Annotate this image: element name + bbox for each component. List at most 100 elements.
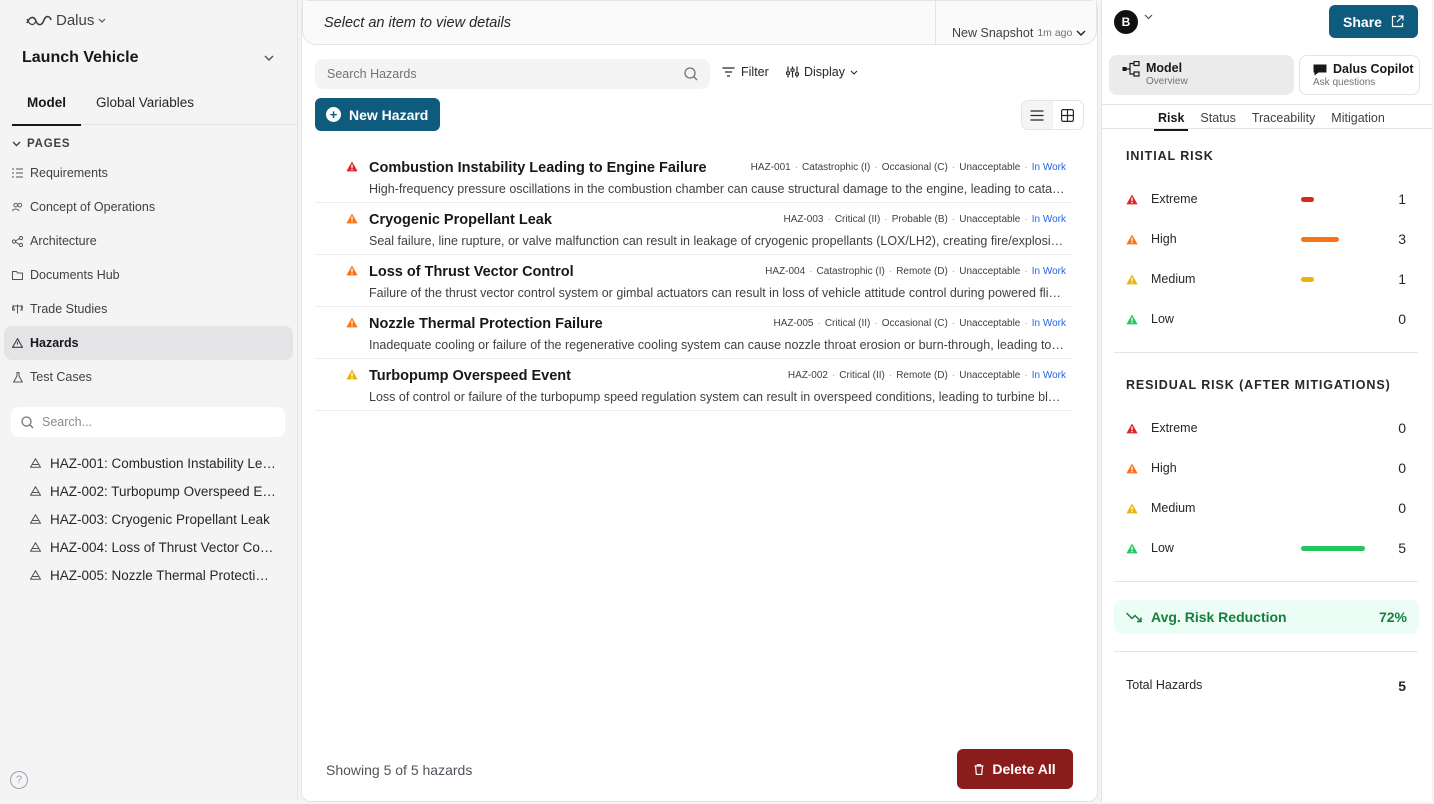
hazard-row[interactable]: Loss of Thrust Vector Control HAZ-004 · Cat… [315,255,1072,307]
hazard-likelihood: Probable (B) [891,214,948,225]
hazard-search-input[interactable]: Search Hazards [315,59,710,89]
new-hazard-button[interactable]: + New Hazard [315,98,440,131]
sidebar-item-documents-hub[interactable]: Documents Hub [4,258,293,292]
delete-all-button[interactable]: Delete All [957,749,1073,789]
filter-button[interactable]: Filter [722,65,769,79]
sidebar-item-label: Concept of Operations [30,200,156,214]
risk-bar-track [1301,506,1365,511]
tab-model[interactable]: Model [12,86,81,126]
tree-item-label: HAZ-001: Combustion Instability Leading … [50,455,276,471]
warning-icon [30,514,41,524]
list-view-button[interactable] [1022,101,1053,129]
warning-low-icon [1126,543,1138,553]
sidebar-item-requirements[interactable]: Requirements [4,156,293,190]
risk-bar-track [1301,236,1365,242]
sidebar-item-trade-studies[interactable]: Trade Studies [4,292,293,326]
total-hazards: Total Hazards 5 [1126,678,1406,694]
grid-view-button[interactable] [1053,101,1084,129]
tab-global-variables[interactable]: Global Variables [81,86,209,125]
hazard-row[interactable]: Nozzle Thermal Protection Failure HAZ-005… [315,307,1072,359]
reduction-label: Avg. Risk Reduction [1151,609,1287,625]
avatar[interactable]: B [1114,10,1138,34]
hazard-meta: HAZ-004 · Catastrophic (I) · Remote (D) · Unac… [765,266,1066,277]
hazard-likelihood: Occasional (C) [881,162,948,173]
risk-bar-track [1301,426,1365,431]
tree-item-label: HAZ-005: Nozzle Thermal Protection Failu… [50,567,276,583]
risk-level-label: High [1151,232,1177,246]
hazard-acceptability: Unacceptable [959,318,1021,329]
warning-high-icon [346,213,358,224]
filter-icon [722,67,735,77]
sidebar-item-architecture[interactable]: Architecture [4,224,293,258]
tree-item[interactable]: HAZ-003: Cryogenic Propellant Leak [30,505,290,533]
display-label: Display [804,65,845,79]
warning-high-icon [1126,234,1138,244]
hazard-description: Inadequate cooling or failure of the reg… [369,338,1066,352]
hazard-row[interactable]: Cryogenic Propellant Leak HAZ-003 · Critica… [315,203,1072,255]
risk-row-extreme: Extreme 0 [1126,418,1406,438]
tab-status[interactable]: Status [1192,105,1243,130]
sidebar-item-test-cases[interactable]: Test Cases [4,360,293,394]
hazard-status: In Work [1031,318,1066,329]
hazard-likelihood: Remote (D) [896,266,948,277]
copilot-mode[interactable]: Dalus Copilot Ask questions [1299,55,1420,95]
risk-row-medium: Medium 1 [1126,269,1406,289]
risk-bar [1301,276,1314,282]
risk-level-label: Low [1151,541,1174,555]
delete-all-label: Delete All [992,761,1056,777]
warning-icon [346,316,358,331]
chevron-down-icon [264,55,274,61]
logo-text: Dalus [56,12,95,29]
pages-section-toggle[interactable]: PAGES [12,138,70,150]
app-logo[interactable]: Dalus [26,12,106,29]
hazard-row[interactable]: Combustion Instability Leading to Engine… [315,151,1072,203]
tree-item[interactable]: HAZ-002: Turbopump Overspeed Event [30,477,290,505]
share-button[interactable]: Share [1329,5,1418,38]
tab-mitigation[interactable]: Mitigation [1323,105,1393,130]
warning-high-icon [346,265,358,276]
hazard-title: Nozzle Thermal Protection Failure [369,316,603,332]
hazard-title: Combustion Instability Leading to Engine… [369,160,707,176]
hazard-tree: HAZ-001: Combustion Instability Leading … [30,449,290,589]
hazard-id: HAZ-004 [765,266,806,277]
warning-icon [346,212,358,227]
sidebar-item-hazards[interactable]: Hazards [4,326,293,360]
warning-extreme-icon [1126,194,1138,204]
risk-bar [1301,196,1314,202]
help-icon[interactable]: ? [10,771,28,789]
chevron-down-icon [850,70,858,75]
snapshot-selector[interactable]: New Snapshot 1m ago [952,26,1086,40]
tree-item[interactable]: HAZ-001: Combustion Instability Leading … [30,449,290,477]
warning-icon [12,338,23,349]
chevron-down-icon[interactable] [1144,14,1153,20]
tab-risk[interactable]: Risk [1150,105,1192,131]
snapshot-label: New Snapshot [952,26,1034,40]
project-selector[interactable]: Launch Vehicle [22,49,274,67]
hazard-row[interactable]: Turbopump Overspeed Event HAZ-002 · Critica… [315,359,1072,411]
hazard-meta: HAZ-001 · Catastrophic (I) · Occasional (C) ·… [750,162,1066,173]
chat-icon [1313,64,1327,76]
tab-traceability[interactable]: Traceability [1244,105,1323,130]
hazard-severity: Critical (II) [824,318,871,329]
model-overview-mode[interactable]: Model Overview [1109,55,1294,95]
risk-count: 1 [1398,271,1406,287]
scale-icon [12,304,23,315]
pages-heading: PAGES [27,138,71,150]
hazard-severity: Critical (II) [834,214,881,225]
panel-tabs: Risk Status Traceability Mitigation [1102,104,1432,131]
hazard-acceptability: Unacceptable [959,266,1021,277]
hazard-description: Seal failure, line rupture, or valve mal… [369,234,1066,248]
initial-risk-heading: INITIAL RISK [1126,149,1214,163]
hazard-title: Cryogenic Propellant Leak [369,212,552,228]
sidebar-search-input[interactable]: Search... [11,407,285,437]
hazard-acceptability: Unacceptable [959,370,1021,381]
folder-icon [12,270,23,281]
trash-icon [974,763,984,775]
display-button[interactable]: Display [786,65,858,79]
tree-item[interactable]: HAZ-004: Loss of Thrust Vector Control [30,533,290,561]
sidebar-item-concept-of-operations[interactable]: Concept of Operations [4,190,293,224]
risk-bar-track [1301,196,1365,202]
warning-icon [30,486,41,496]
risk-row-low: Low 5 [1126,538,1406,558]
tree-item[interactable]: HAZ-005: Nozzle Thermal Protection Failu… [30,561,290,589]
